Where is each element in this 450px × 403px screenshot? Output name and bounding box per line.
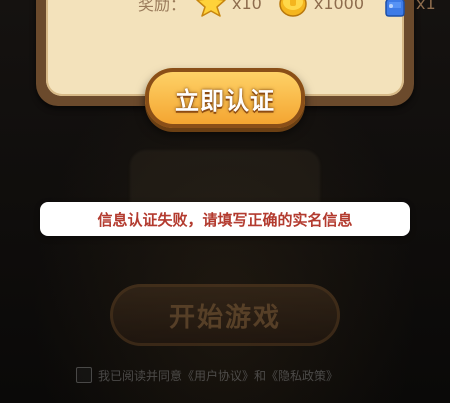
start-game-label: 开始游戏 bbox=[168, 302, 281, 333]
verify-now-label: 立即认证 bbox=[175, 86, 275, 115]
start-game-button[interactable]: 开始游戏 bbox=[110, 284, 340, 346]
agreement-row: 我已阅读并同意《用户协议》和《隐私政策》 bbox=[76, 366, 338, 384]
agreement-checkbox[interactable] bbox=[76, 367, 92, 383]
reward-row: 奖励： x10 x1000 x1 bbox=[138, 0, 446, 20]
reward-count-star: x10 bbox=[232, 0, 262, 13]
potion-icon bbox=[380, 0, 410, 18]
star-icon bbox=[196, 0, 226, 18]
reward-count-coin: x1000 bbox=[313, 0, 365, 13]
agreement-text: 我已阅读并同意《用户协议》和《隐私政策》 bbox=[98, 368, 339, 383]
game-screen: 开始游戏 我已阅读并同意《用户协议》和《隐私政策》 奖励： x10 x1000 … bbox=[0, 0, 450, 403]
verify-now-button[interactable]: 立即认证 bbox=[145, 68, 305, 128]
reward-label: 奖励： bbox=[138, 0, 187, 14]
reward-count-potion: x1 bbox=[416, 0, 436, 13]
toast-message: 信息认证失败，请填写正确的实名信息 bbox=[97, 210, 353, 229]
error-toast: 信息认证失败，请填写正确的实名信息 bbox=[40, 202, 410, 236]
coin-icon bbox=[278, 0, 308, 18]
